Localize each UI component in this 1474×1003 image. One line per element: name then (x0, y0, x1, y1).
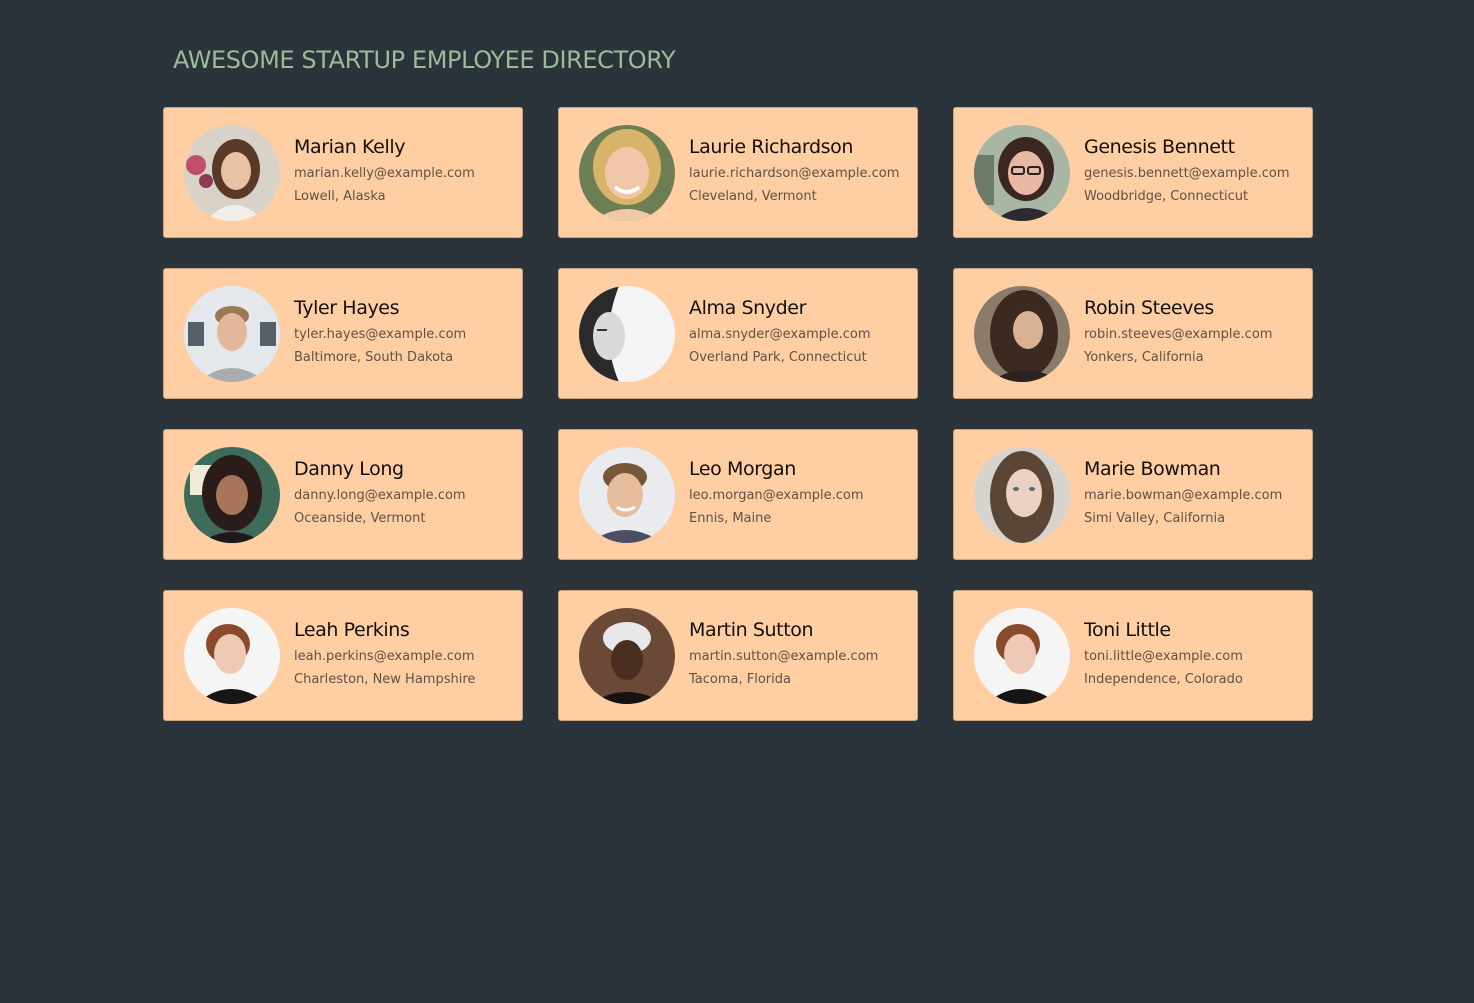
employee-email: leo.morgan@example.com (689, 488, 864, 503)
employee-info: Robin Steeves robin.steeves@example.com … (1084, 296, 1272, 369)
employee-card[interactable]: Genesis Bennett genesis.bennett@example.… (953, 107, 1313, 238)
employee-location: Overland Park, Connecticut (689, 350, 867, 365)
employee-avatar (184, 446, 280, 543)
employee-avatar (184, 607, 280, 704)
employee-name: Genesis Bennett (1084, 136, 1235, 158)
employee-card[interactable]: Robin Steeves robin.steeves@example.com … (953, 268, 1313, 399)
employee-card[interactable]: Alma Snyder alma.snyder@example.com Over… (558, 268, 918, 399)
employee-email: robin.steeves@example.com (1084, 327, 1273, 342)
employee-location: Charleston, New Hampshire (294, 672, 476, 687)
employee-avatar (184, 285, 280, 382)
employee-location: Cleveland, Vermont (689, 189, 817, 204)
employee-location: Oceanside, Vermont (294, 511, 426, 526)
employee-name: Tyler Hayes (294, 297, 400, 319)
employee-email: alma.snyder@example.com (689, 327, 871, 342)
employee-avatar (974, 285, 1070, 382)
employee-card[interactable]: Martin Sutton martin.sutton@example.com … (558, 590, 918, 721)
employee-grid: Marian Kelly marian.kelly@example.com Lo… (163, 107, 1313, 721)
employee-card[interactable]: Marie Bowman marie.bowman@example.com Si… (953, 429, 1313, 560)
employee-info: Toni Little toni.little@example.com Inde… (1084, 618, 1243, 691)
employee-name: Marian Kelly (294, 136, 406, 158)
employee-info: Genesis Bennett genesis.bennett@example.… (1084, 135, 1290, 208)
employee-location: Tacoma, Florida (689, 672, 791, 687)
employee-email: leah.perkins@example.com (294, 649, 475, 664)
employee-email: laurie.richardson@example.com (689, 166, 900, 181)
employee-info: Marie Bowman marie.bowman@example.com Si… (1084, 457, 1282, 530)
employee-name: Alma Snyder (689, 297, 806, 319)
employee-info: Alma Snyder alma.snyder@example.com Over… (689, 296, 871, 369)
employee-avatar (579, 124, 675, 221)
employee-location: Simi Valley, California (1084, 511, 1226, 526)
employee-email: martin.sutton@example.com (689, 649, 879, 664)
employee-avatar (184, 124, 280, 221)
employee-location: Ennis, Maine (689, 511, 772, 526)
employee-info: Danny Long danny.long@example.com Oceans… (294, 457, 466, 530)
employee-card[interactable]: Toni Little toni.little@example.com Inde… (953, 590, 1313, 721)
employee-email: marian.kelly@example.com (294, 166, 475, 181)
employee-name: Leah Perkins (294, 619, 410, 641)
employee-card[interactable]: Leah Perkins leah.perkins@example.com Ch… (163, 590, 523, 721)
employee-info: Leo Morgan leo.morgan@example.com Ennis,… (689, 457, 864, 530)
employee-email: genesis.bennett@example.com (1084, 166, 1290, 181)
employee-card[interactable]: Danny Long danny.long@example.com Oceans… (163, 429, 523, 560)
employee-location: Baltimore, South Dakota (294, 350, 454, 365)
employee-avatar (579, 285, 675, 382)
employee-location: Lowell, Alaska (294, 189, 386, 204)
employee-avatar (974, 607, 1070, 704)
employee-card[interactable]: Leo Morgan leo.morgan@example.com Ennis,… (558, 429, 918, 560)
employee-email: marie.bowman@example.com (1084, 488, 1283, 503)
employee-avatar (974, 124, 1070, 221)
employee-name: Leo Morgan (689, 458, 796, 480)
employee-info: Laurie Richardson laurie.richardson@exam… (689, 135, 899, 208)
employee-email: tyler.hayes@example.com (294, 327, 467, 342)
employee-name: Toni Little (1084, 619, 1171, 641)
employee-location: Woodbridge, Connecticut (1084, 189, 1249, 204)
employee-card[interactable]: Marian Kelly marian.kelly@example.com Lo… (163, 107, 523, 238)
employee-avatar (579, 607, 675, 704)
employee-info: Tyler Hayes tyler.hayes@example.com Balt… (294, 296, 466, 369)
employee-email: danny.long@example.com (294, 488, 466, 503)
employee-name: Marie Bowman (1084, 458, 1221, 480)
employee-info: Martin Sutton martin.sutton@example.com … (689, 618, 878, 691)
employee-location: Yonkers, California (1084, 350, 1204, 365)
employee-card[interactable]: Tyler Hayes tyler.hayes@example.com Balt… (163, 268, 523, 399)
employee-name: Martin Sutton (689, 619, 814, 641)
employee-email: toni.little@example.com (1084, 649, 1243, 664)
employee-info: Marian Kelly marian.kelly@example.com Lo… (294, 135, 475, 208)
employee-avatar (974, 446, 1070, 543)
employee-avatar (579, 446, 675, 543)
employee-info: Leah Perkins leah.perkins@example.com Ch… (294, 618, 475, 691)
employee-location: Independence, Colorado (1084, 672, 1243, 687)
employee-card[interactable]: Laurie Richardson laurie.richardson@exam… (558, 107, 918, 238)
employee-name: Robin Steeves (1084, 297, 1214, 319)
employee-name: Laurie Richardson (689, 136, 854, 158)
page-title: AWESOME STARTUP EMPLOYEE DIRECTORY (173, 46, 676, 74)
employee-name: Danny Long (294, 458, 404, 480)
